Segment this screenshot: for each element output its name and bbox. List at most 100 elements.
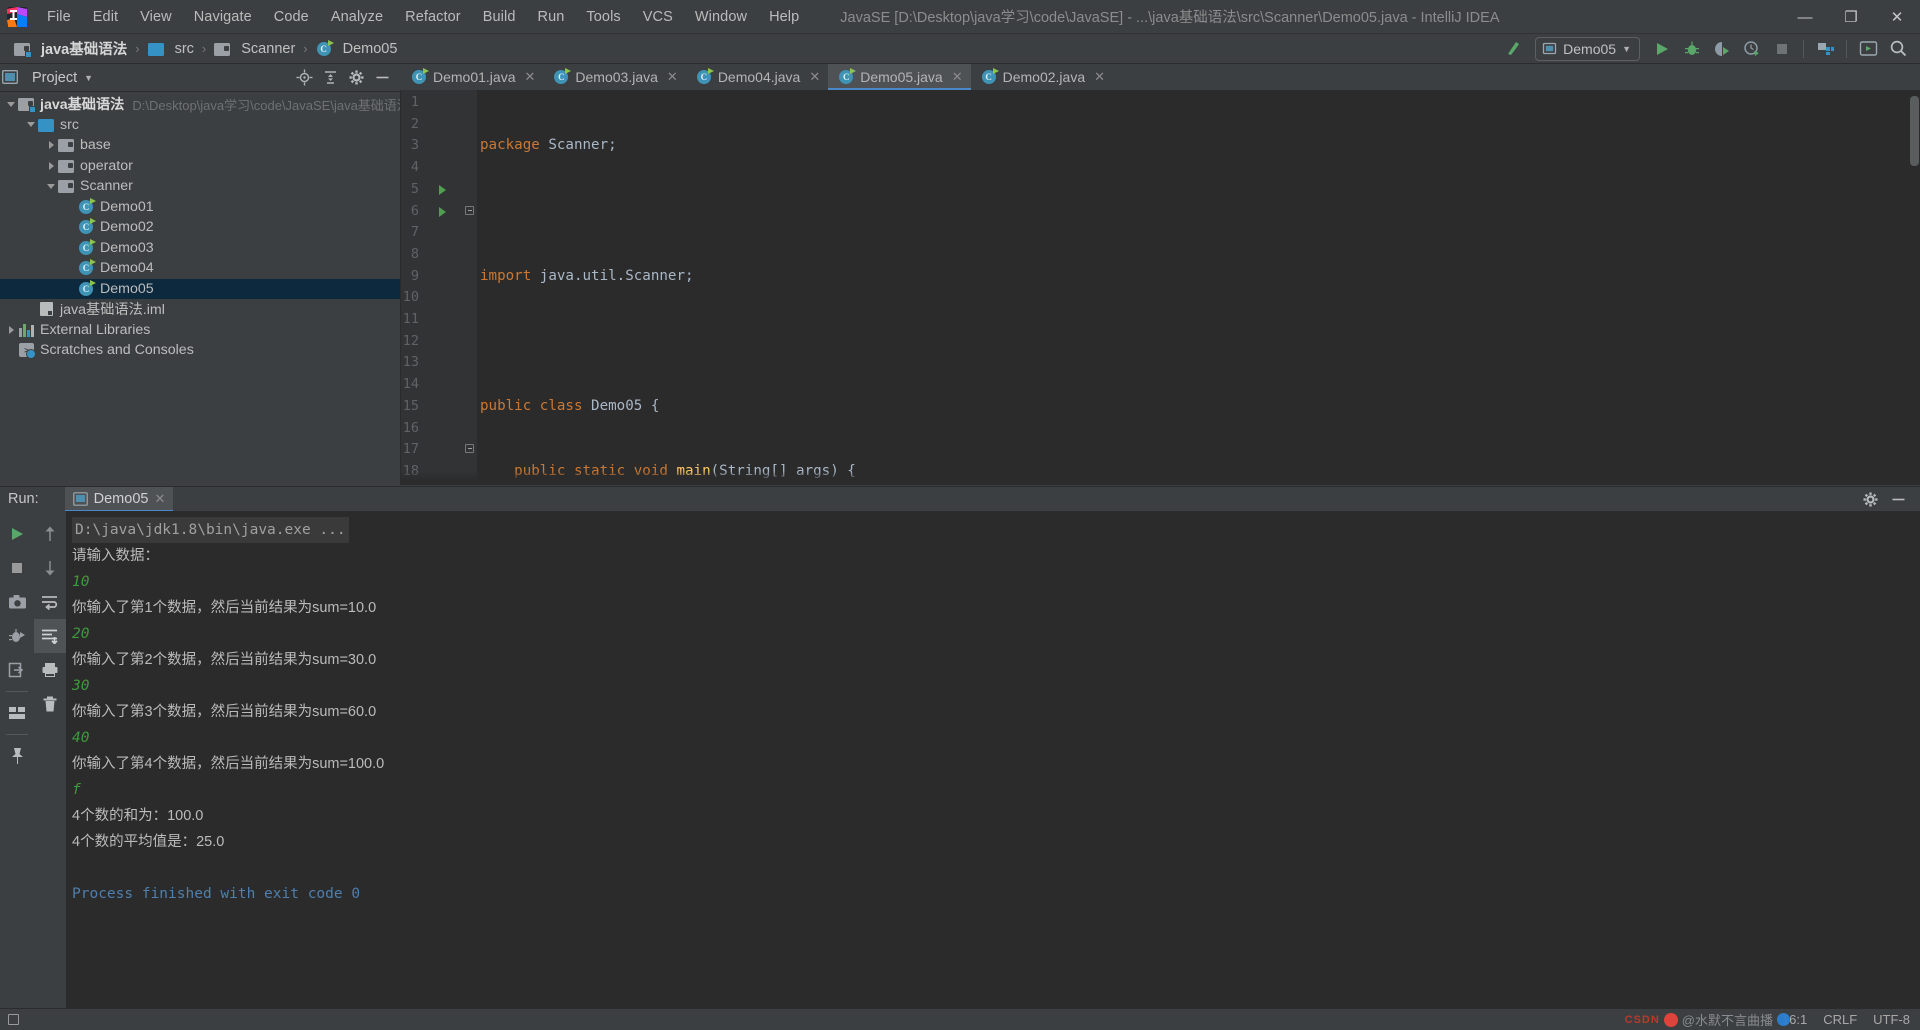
file-encoding[interactable]: UTF-8 [1873,1012,1910,1027]
settings-icon[interactable] [344,66,368,90]
gutter-run-icon[interactable] [439,184,446,195]
run-configuration-selector[interactable]: Demo05 ▼ [1535,36,1640,61]
editor-gutter[interactable]: 12345678910111213141516171819 [401,90,477,485]
java-class-icon: C [78,238,96,256]
menu-help[interactable]: Help [758,6,810,28]
gutter-fold-icon[interactable] [465,205,474,215]
menu-vcs[interactable]: VCS [632,6,684,28]
tree-node-demo04[interactable]: C Demo04 [0,258,400,279]
menu-window[interactable]: Window [684,6,758,28]
tree-node-demo02[interactable]: C Demo02 [0,217,400,238]
chevron-down-icon[interactable]: ▼ [84,73,93,83]
tree-node-label: External Libraries [40,321,151,338]
breadcrumb-item-module[interactable]: java基础语法 [10,36,131,61]
code-content[interactable]: package Scanner; import java.util.Scanne… [477,90,1920,485]
search-everywhere-icon[interactable] [1884,36,1912,62]
tree-node-operator[interactable]: operator [0,156,400,177]
up-arrow-icon[interactable] [34,517,66,551]
menu-tools[interactable]: Tools [575,6,631,28]
close-icon[interactable]: ✕ [809,69,820,85]
soft-wrap-icon[interactable] [34,585,66,619]
tree-node-demo05[interactable]: C Demo05 [0,278,400,299]
stop-icon[interactable] [0,551,34,585]
editor-tab-bar[interactable]: C Demo01.java ✕ C Demo03.java ✕ C Demo04.java ✕ C… [401,64,1920,90]
menu-code[interactable]: Code [263,6,320,28]
breadcrumb-item-scanner[interactable]: Scanner [210,39,299,59]
tree-node-base[interactable]: base [0,135,400,156]
tree-toggle-right-icon[interactable] [44,138,58,152]
tree-node-src[interactable]: src [0,115,400,136]
stop-icon[interactable] [1768,36,1796,62]
code-editor[interactable]: 12345678910111213141516171819 package Sc… [401,90,1920,485]
run-tab-demo05[interactable]: Demo05 ✕ [64,486,174,512]
menu-file[interactable]: File [36,6,82,28]
down-arrow-icon[interactable] [34,551,66,585]
console-output[interactable]: D:\java\jdk1.8\bin\java.exe ... 请输入数据： 10 你… [66,511,1920,1009]
hide-icon[interactable] [370,66,394,90]
camera-icon[interactable] [0,585,34,619]
tree-toggle-down-icon[interactable] [44,179,58,193]
editor-tab-demo02-java[interactable]: C Demo02.java ✕ [971,64,1113,90]
menu-analyze[interactable]: Analyze [320,6,394,28]
gutter-fold-icon[interactable] [465,444,474,454]
tree-toggle-down-icon[interactable] [24,118,38,132]
minimize-button[interactable]: — [1782,0,1828,34]
print-icon[interactable] [34,653,66,687]
close-icon[interactable]: ✕ [154,491,165,507]
settings-icon[interactable] [1854,36,1882,62]
menu-run[interactable]: Run [527,6,576,28]
close-icon[interactable]: ✕ [525,69,536,85]
editor-tab-demo01-java[interactable]: C Demo01.java ✕ [401,64,543,90]
editor-scrollbar[interactable] [1910,96,1919,166]
menu-navigate[interactable]: Navigate [183,6,263,28]
editor-tab-demo04-java[interactable]: C Demo04.java ✕ [686,64,828,90]
toggle-toolbars-icon[interactable] [8,1014,19,1025]
scroll-to-end-icon[interactable] [34,619,66,653]
build-icon[interactable] [1499,36,1527,62]
tree-toggle-right-icon[interactable] [44,159,58,173]
tree-toggle-right-icon[interactable] [4,323,18,337]
editor-tab-demo03-java[interactable]: C Demo03.java ✕ [543,64,685,90]
profiler-icon[interactable] [1738,36,1766,62]
tree-node-demo01[interactable]: C Demo01 [0,197,400,218]
gutter-run-icon[interactable] [439,206,446,217]
pin-icon[interactable] [0,739,34,773]
project-tree[interactable]: java基础语法 D:\Desktop\java学习\code\JavaSE\ja… [0,92,400,482]
run-with-coverage-icon[interactable] [1708,36,1736,62]
rerun-icon[interactable] [0,517,34,551]
tree-node-path: D:\Desktop\java学习\code\JavaSE\java基础语法 [132,97,400,113]
menu-build[interactable]: Build [472,6,527,28]
line-separator[interactable]: CRLF [1823,1012,1857,1027]
tree-node-scanner[interactable]: Scanner [0,176,400,197]
editor-tab-demo05-java[interactable]: C Demo05.java ✕ [828,64,972,90]
gear-icon[interactable] [1858,487,1882,511]
menu-view[interactable]: View [129,6,183,28]
menu-refactor[interactable]: Refactor [394,6,472,28]
thread-dump-icon[interactable] [0,619,34,653]
iml-file-icon [38,301,55,317]
breadcrumb-item-demo05[interactable]: C Demo05 [312,39,402,59]
tree-node-demo03[interactable]: C Demo03 [0,238,400,259]
menu-edit[interactable]: Edit [82,6,129,28]
close-icon[interactable]: ✕ [667,69,678,85]
collapse-all-icon[interactable] [318,66,342,90]
export-icon[interactable] [0,653,34,687]
breadcrumb-item-src[interactable]: src [144,39,198,59]
run-icon[interactable] [1648,36,1676,62]
tree-toggle-down-icon[interactable] [4,97,18,111]
project-structure-icon[interactable] [1811,36,1839,62]
tree-node-javaiml[interactable]: java基础语法.iml [0,299,400,320]
close-icon[interactable]: ✕ [1094,69,1105,85]
editor-fade [401,471,1920,485]
hide-icon[interactable] [1886,487,1910,511]
tree-node-java[interactable]: java基础语法 D:\Desktop\java学习\code\JavaSE\ja… [0,94,400,115]
close-button[interactable]: ✕ [1874,0,1920,34]
layout-icon[interactable] [0,696,34,730]
locate-icon[interactable] [292,66,316,90]
close-icon[interactable]: ✕ [952,69,963,85]
debug-icon[interactable] [1678,36,1706,62]
tree-node-externallibraries[interactable]: External Libraries [0,320,400,341]
maximize-button[interactable]: ❐ [1828,0,1874,34]
trash-icon[interactable] [34,687,66,721]
tree-node-scratchesandconsoles[interactable]: > Scratches and Consoles [0,340,400,361]
